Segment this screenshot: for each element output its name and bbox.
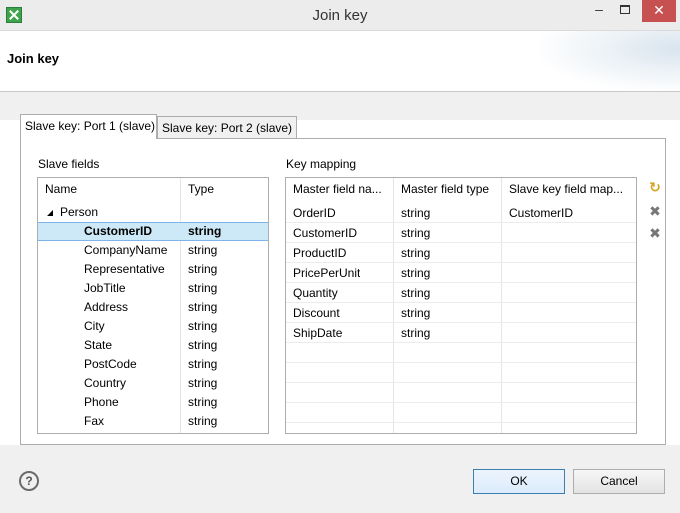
- field-type: string: [188, 338, 218, 352]
- master-field-type: string: [401, 326, 431, 340]
- slave-key-field[interactable]: CustomerID: [509, 203, 573, 223]
- column-header-type[interactable]: Type: [181, 178, 268, 202]
- slave-field-row[interactable]: City string: [38, 317, 268, 336]
- field-name: CustomerID: [84, 224, 153, 238]
- field-type: string: [188, 395, 218, 409]
- slave-field-row[interactable]: Fax string: [38, 412, 268, 431]
- master-field-name: OrderID: [293, 206, 336, 220]
- slave-field-row[interactable]: CompanyName string: [38, 241, 268, 260]
- field-type: string: [188, 262, 218, 276]
- field-name: Representative: [84, 262, 165, 276]
- slave-field-row[interactable]: State string: [38, 336, 268, 355]
- column-header-slave-key-field[interactable]: Slave key field map...: [502, 178, 636, 202]
- key-mapping-row[interactable]: Discount string: [286, 303, 636, 323]
- title-bar: Join key – ✕: [0, 0, 680, 31]
- field-name: Phone: [84, 395, 119, 409]
- key-mapping-row[interactable]: Quantity string: [286, 283, 636, 303]
- tab-port-2[interactable]: Slave key: Port 2 (slave): [157, 116, 297, 138]
- tree-group-person[interactable]: ◢ Person: [38, 203, 268, 222]
- master-field-name: ProductID: [293, 246, 347, 260]
- master-field-type: string: [401, 226, 431, 240]
- column-header-name[interactable]: Name: [38, 178, 181, 202]
- key-mapping-row[interactable]: ShipDate string: [286, 323, 636, 343]
- slave-field-row[interactable]: PostCode string: [38, 355, 268, 374]
- slave-field-row[interactable]: Country string: [38, 374, 268, 393]
- expand-arrow-icon[interactable]: ◢: [47, 203, 53, 222]
- tab-port-1[interactable]: Slave key: Port 1 (slave): [20, 114, 157, 139]
- master-field-type: string: [401, 286, 431, 300]
- field-name: PostCode: [84, 357, 137, 371]
- close-button[interactable]: ✕: [642, 0, 676, 22]
- column-header-master-field-name[interactable]: Master field na...: [286, 178, 394, 202]
- master-field-name: CustomerID: [293, 226, 358, 240]
- window-title: Join key: [312, 7, 368, 24]
- tab-panel: Slave fields Key mapping Name Type ◢ Pers…: [20, 138, 666, 445]
- master-field-name: ShipDate: [293, 326, 343, 340]
- slave-field-row[interactable]: Representative string: [38, 260, 268, 279]
- cancel-button[interactable]: Cancel: [573, 469, 665, 494]
- master-field-name: PricePerUnit: [293, 266, 361, 280]
- header-decoration: [540, 31, 680, 91]
- slave-field-row[interactable]: JobTitle string: [38, 279, 268, 298]
- field-type: string: [188, 414, 218, 428]
- dialog-title: Join key: [7, 51, 60, 66]
- field-type: string: [188, 376, 218, 390]
- field-type: string: [188, 224, 222, 238]
- field-type: string: [188, 243, 218, 257]
- key-mapping-row[interactable]: OrderID string CustomerID: [286, 203, 636, 223]
- field-name: Fax: [84, 414, 105, 428]
- tree-group-label: Person: [60, 205, 99, 219]
- dialog-header: Join key: [0, 31, 680, 91]
- master-field-type: string: [401, 206, 431, 220]
- master-field-type: string: [401, 306, 431, 320]
- key-mapping-table[interactable]: Master field na... Master field type Sla…: [285, 177, 637, 434]
- field-type: string: [188, 357, 218, 371]
- column-header-master-field-type[interactable]: Master field type: [394, 178, 502, 202]
- auto-map-icon[interactable]: ↻: [647, 179, 663, 195]
- field-name: CompanyName: [84, 243, 168, 257]
- master-field-name: Quantity: [293, 286, 338, 300]
- key-mapping-row[interactable]: ProductID string: [286, 243, 636, 263]
- maximize-button[interactable]: [612, 0, 638, 22]
- field-name: City: [84, 319, 105, 333]
- master-field-type: string: [401, 246, 431, 260]
- ok-button[interactable]: OK: [473, 469, 565, 494]
- field-name: Address: [84, 300, 129, 314]
- field-name: JobTitle: [84, 281, 126, 295]
- field-type: string: [188, 319, 218, 333]
- slave-field-row[interactable]: CustomerID string: [38, 222, 268, 241]
- field-name: State: [84, 338, 113, 352]
- delete-icon[interactable]: ✖: [647, 203, 663, 219]
- field-name: Country: [84, 376, 127, 390]
- master-field-name: Discount: [293, 306, 340, 320]
- master-field-type: string: [401, 266, 431, 280]
- key-mapping-row[interactable]: CustomerID string: [286, 223, 636, 243]
- slave-field-row[interactable]: Phone string: [38, 393, 268, 412]
- field-type: string: [188, 300, 218, 314]
- minimize-button[interactable]: –: [586, 0, 612, 22]
- delete-all-icon[interactable]: ✖: [647, 225, 663, 241]
- slave-fields-table[interactable]: Name Type ◢ Person CustomerID string Company…: [37, 177, 269, 434]
- key-mapping-row[interactable]: PricePerUnit string: [286, 263, 636, 283]
- field-type: string: [188, 281, 218, 295]
- key-mapping-label: Key mapping: [286, 157, 357, 171]
- maximize-icon: [620, 5, 630, 14]
- button-bar: ? OK Cancel: [0, 445, 680, 513]
- help-icon[interactable]: ?: [19, 471, 39, 491]
- slave-fields-label: Slave fields: [38, 157, 100, 171]
- slave-field-row[interactable]: Address string: [38, 298, 268, 317]
